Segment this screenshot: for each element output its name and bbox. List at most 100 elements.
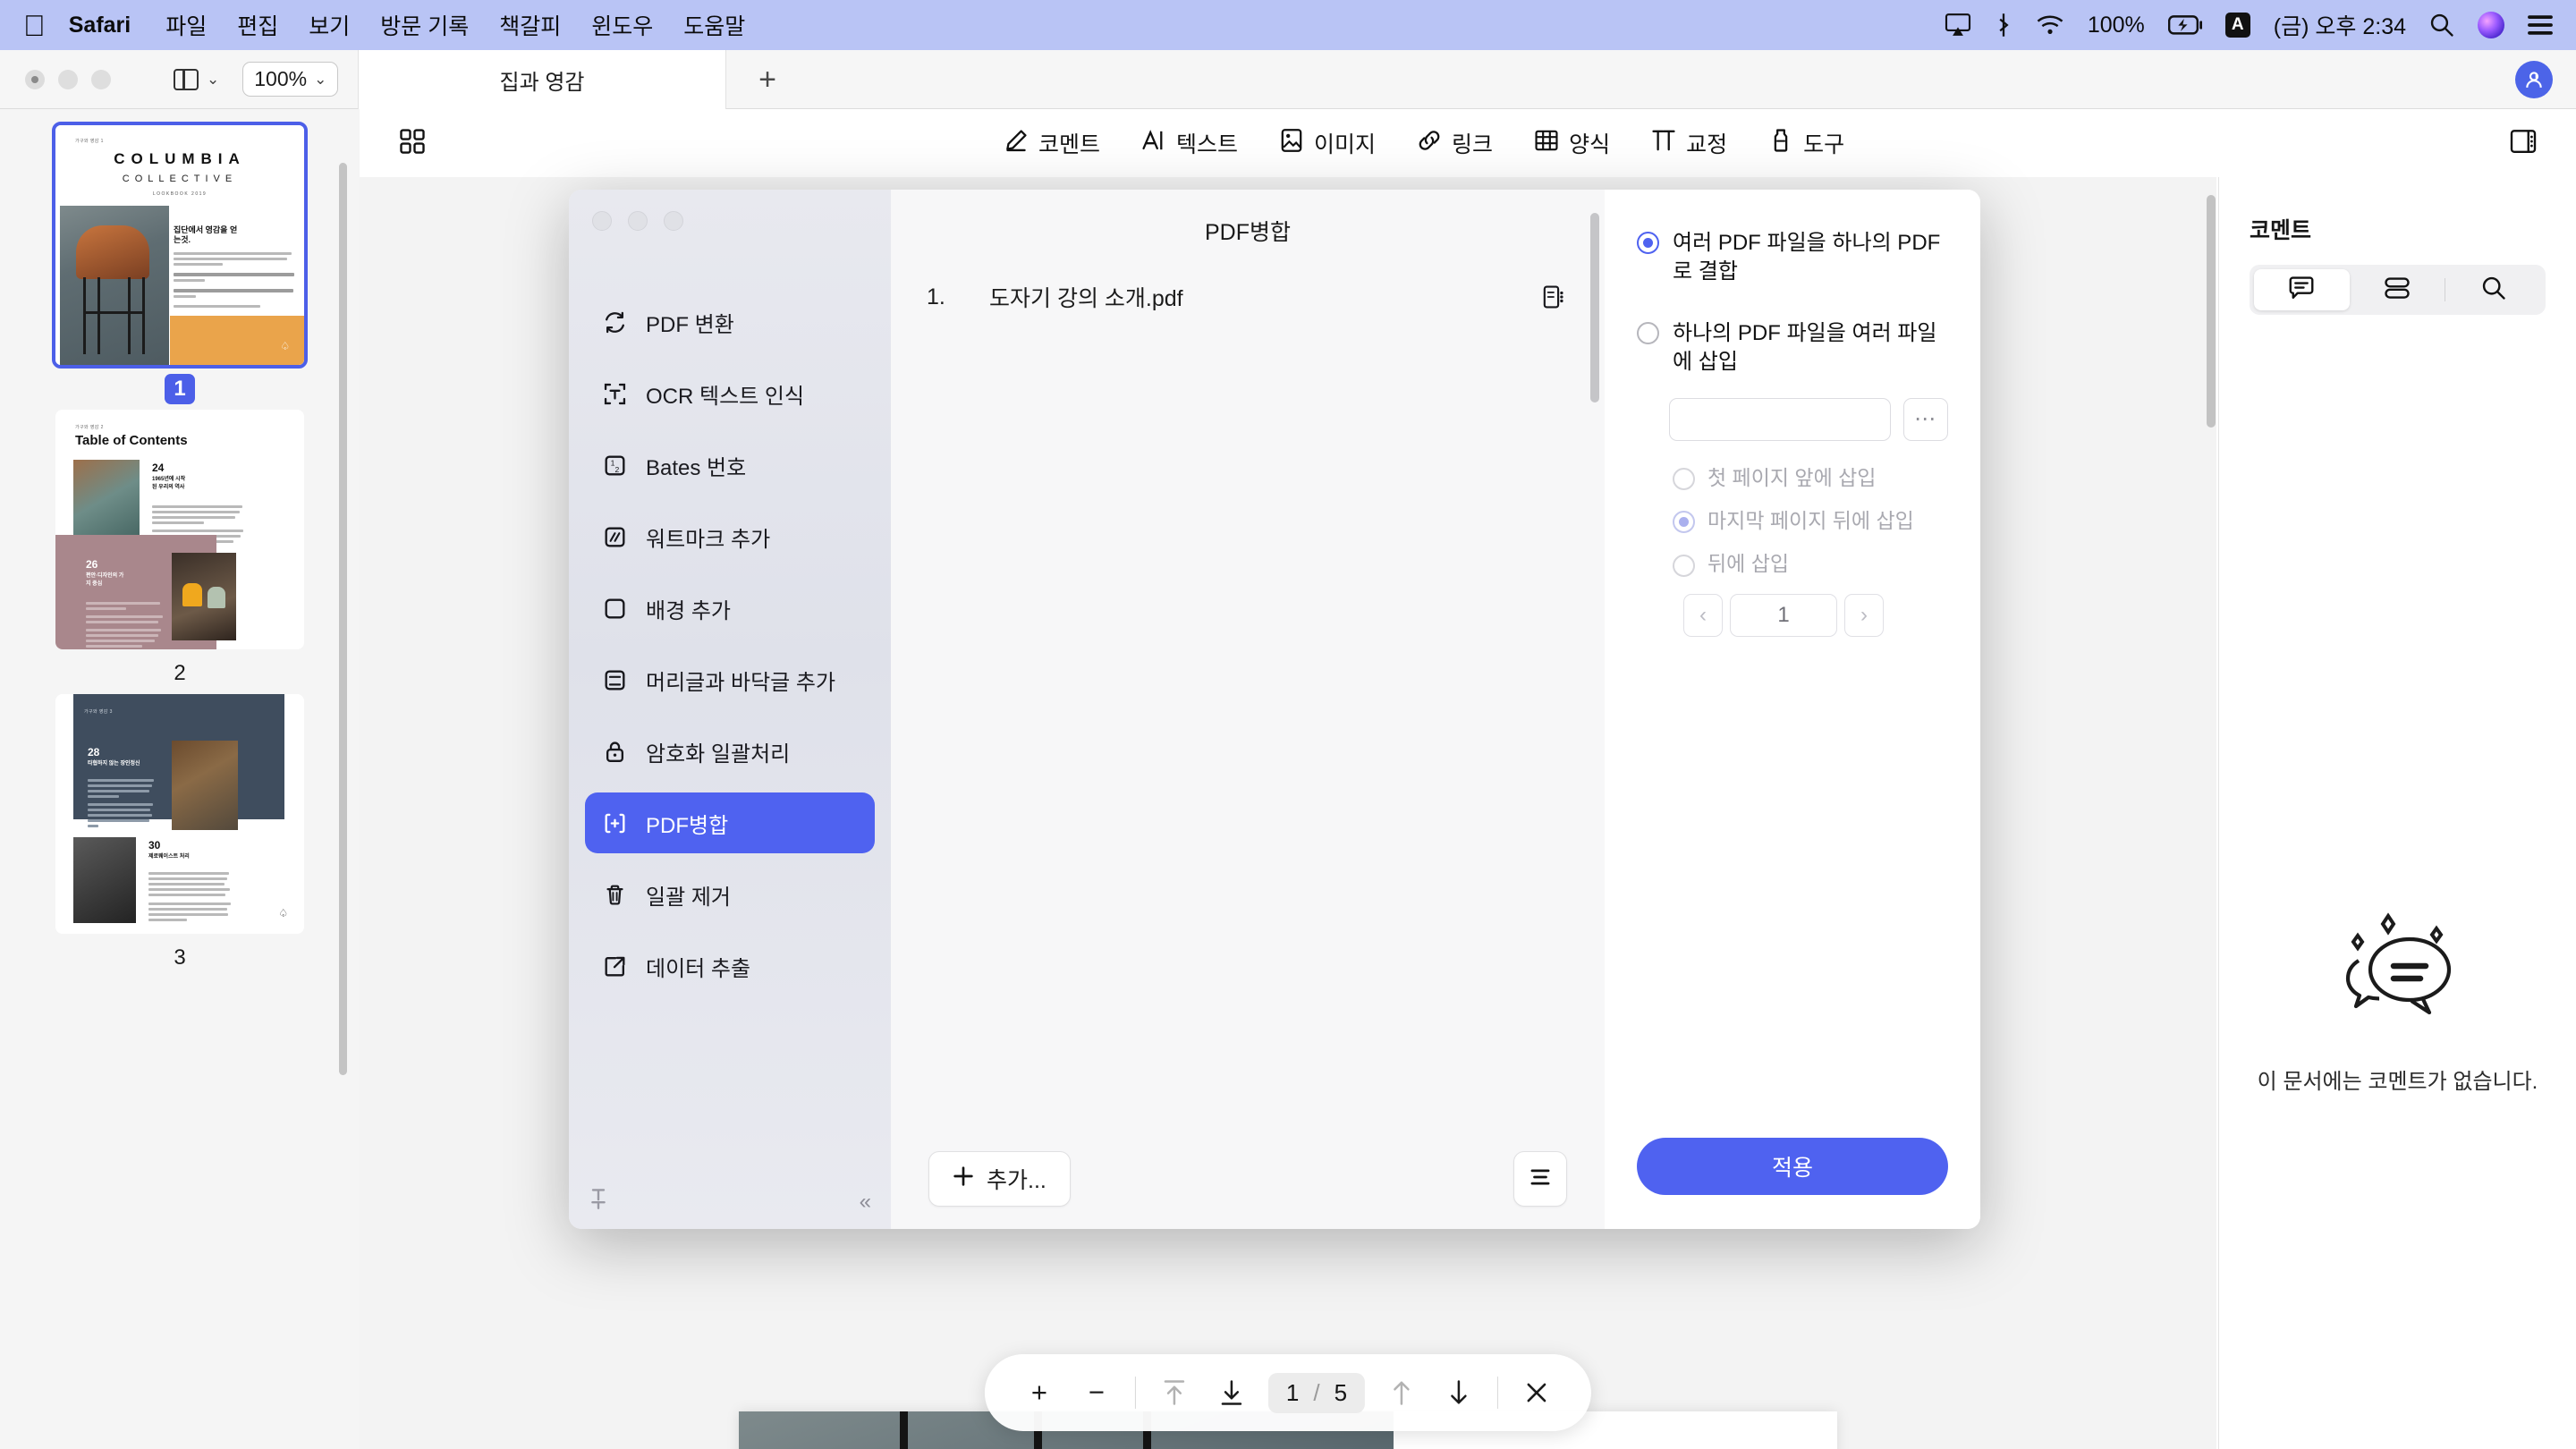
search-icon[interactable] xyxy=(2429,13,2454,38)
stepper-value[interactable]: 1 xyxy=(1730,593,1837,637)
tool-form[interactable]: 양식 xyxy=(1534,127,1610,159)
menu-item-window[interactable]: 윈도우 xyxy=(576,9,668,41)
close-window-button[interactable] xyxy=(25,69,45,89)
browser-tab[interactable]: 집과 영감 xyxy=(358,50,726,109)
sidebar-item-encrypt[interactable]: 암호화 일괄처리 xyxy=(585,721,875,782)
page-range-icon[interactable] xyxy=(1538,284,1569,309)
merge-option-label: 여러 PDF 파일을 하나의 PDF 로 결합 xyxy=(1673,231,1941,284)
sidebar-item-watermark[interactable]: 워트마크 추가 xyxy=(585,506,875,567)
sidebar-icon xyxy=(174,68,199,90)
zoom-out-button[interactable]: − xyxy=(1069,1365,1124,1420)
insert-before-first-radio[interactable] xyxy=(1673,467,1695,490)
pin-icon[interactable] xyxy=(589,1188,608,1215)
insert-option-row[interactable]: 하나의 PDF 파일을 여러 파일에 삽입 xyxy=(1637,319,1948,376)
proofread-icon xyxy=(1651,128,1676,159)
close-icon[interactable] xyxy=(1509,1365,1564,1420)
sidebar-item-batch-remove[interactable]: 일괄 제거 xyxy=(585,864,875,925)
apply-button[interactable]: 적용 xyxy=(1637,1138,1948,1195)
thumbnail-page-3[interactable]: 가구와 영감 3 28 타협하지 않는 장인정신 30 제로웨이스트 처리 ♤ … xyxy=(55,694,304,973)
siri-icon[interactable] xyxy=(2478,12,2504,38)
new-tab-button[interactable]: + xyxy=(726,50,809,109)
merge-option-row[interactable]: 여러 PDF 파일을 하나의 PDF 로 결합 xyxy=(1637,229,1948,285)
thumbnail-image-1[interactable]: 가구와 영감 1 COLUMBIA COLLECTIVE LOOKBOOK 20… xyxy=(52,122,308,369)
dialog-close-button[interactable] xyxy=(592,211,612,231)
list-options-button[interactable] xyxy=(1513,1151,1567,1207)
collapse-left-icon[interactable]: « xyxy=(860,1190,871,1215)
airplay-icon[interactable] xyxy=(1945,13,1971,37)
insert-option-radio[interactable] xyxy=(1637,322,1659,345)
link-icon xyxy=(1417,128,1442,159)
sidebar-item-background[interactable]: 배경 추가 xyxy=(585,578,875,639)
tool-image[interactable]: 이미지 xyxy=(1279,127,1376,159)
insert-before-first-row[interactable]: 첫 페이지 앞에 삽입 xyxy=(1673,464,1948,491)
right-panel-toggle-icon[interactable] xyxy=(2510,129,2537,158)
tool-proofread[interactable]: 교정 xyxy=(1651,127,1727,159)
menu-item-edit[interactable]: 편집 xyxy=(222,9,293,41)
menu-item-history[interactable]: 방문 기록 xyxy=(365,9,484,41)
thumbnail-page-2[interactable]: 가구와 영감 2 Table of Contents 24 1965년에 시작 … xyxy=(55,410,304,689)
menu-item-view[interactable]: 보기 xyxy=(293,9,365,41)
arrow-down-icon[interactable] xyxy=(1431,1365,1487,1420)
sidebar-item-extract-data[interactable]: 데이터 추출 xyxy=(585,936,875,996)
grid-view-icon[interactable] xyxy=(399,128,426,159)
thumbnail-image-3[interactable]: 가구와 영감 3 28 타협하지 않는 장인정신 30 제로웨이스트 처리 ♤ xyxy=(55,694,304,934)
maximize-window-button[interactable] xyxy=(91,69,111,89)
add-file-button[interactable]: 추가... xyxy=(928,1151,1071,1207)
insert-after-page-row[interactable]: 뒤에 삽입 xyxy=(1673,550,1948,577)
sidebar-item-label: 암호화 일괄처리 xyxy=(646,741,791,767)
minimize-window-button[interactable] xyxy=(58,69,78,89)
profile-avatar-icon[interactable] xyxy=(2515,61,2553,98)
menu-item-safari[interactable]: Safari xyxy=(69,13,150,38)
document-scrollbar[interactable] xyxy=(2207,195,2216,428)
comments-list-tab[interactable] xyxy=(2254,269,2350,310)
insert-after-page-radio[interactable] xyxy=(1673,554,1695,577)
menu-item-help[interactable]: 도움말 xyxy=(668,9,760,41)
comments-grouped-tab[interactable] xyxy=(2350,269,2445,310)
jump-to-top-icon[interactable] xyxy=(1147,1365,1202,1420)
bluetooth-icon[interactable] xyxy=(1995,13,2012,38)
menu-item-file[interactable]: 파일 xyxy=(150,9,222,41)
zoom-in-button[interactable]: + xyxy=(1012,1365,1067,1420)
safari-sidebar-button[interactable]: ⌄ xyxy=(174,68,219,90)
page-thumbnail-pane[interactable]: 가구와 영감 1 COLUMBIA COLLECTIVE LOOKBOOK 20… xyxy=(0,109,360,1449)
dialog-maximize-button[interactable] xyxy=(664,211,683,231)
current-page-value[interactable]: 1 xyxy=(1286,1379,1299,1407)
watermark-icon xyxy=(601,523,628,550)
insert-after-last-radio[interactable] xyxy=(1673,511,1695,534)
chevron-right-icon[interactable]: › xyxy=(1844,593,1884,637)
tool-link[interactable]: 링크 xyxy=(1417,127,1493,159)
tool-text[interactable]: 텍스트 xyxy=(1141,127,1238,159)
jump-to-bottom-icon[interactable] xyxy=(1204,1365,1259,1420)
thumbnail-image-2[interactable]: 가구와 영감 2 Table of Contents 24 1965년에 시작 … xyxy=(55,410,304,649)
tool-comment[interactable]: 코멘트 xyxy=(1004,127,1100,159)
safari-tab-strip: 집과 영감 + xyxy=(358,50,809,109)
zoom-level-selector[interactable]: 100% ⌄ xyxy=(242,62,339,97)
insert-after-last-row[interactable]: 마지막 페이지 뒤에 삽입 xyxy=(1673,507,1948,534)
file-list-row[interactable]: 1. 도자기 강의 소개.pdf xyxy=(927,272,1569,322)
control-center-icon[interactable] xyxy=(2528,14,2553,36)
tool-tools[interactable]: 도구 xyxy=(1768,127,1844,159)
input-source-badge[interactable]: A xyxy=(2224,13,2250,38)
file-list-scrollbar[interactable] xyxy=(1590,213,1599,402)
wifi-icon[interactable] xyxy=(2036,14,2064,36)
dialog-minimize-button[interactable] xyxy=(628,211,648,231)
thumbnail-page-1[interactable]: 가구와 영감 1 COLUMBIA COLLECTIVE LOOKBOOK 20… xyxy=(52,122,308,404)
page-indicator[interactable]: 1 / 5 xyxy=(1267,1372,1366,1413)
menu-item-bookmarks[interactable]: 책갈피 xyxy=(484,9,576,41)
thumbnail-scrollbar[interactable] xyxy=(339,163,347,1075)
apple-icon[interactable]:  xyxy=(23,11,46,40)
menubar-clock[interactable]: (금) 오후 2:34 xyxy=(2274,9,2406,41)
sidebar-item-ocr[interactable]: OCR 텍스트 인식 xyxy=(585,363,875,424)
battery-charging-icon[interactable] xyxy=(2167,15,2202,35)
sidebar-item-bates-number[interactable]: 12 Bates 번호 xyxy=(585,435,875,496)
target-path-input[interactable] xyxy=(1669,397,1891,441)
comments-search-tab[interactable] xyxy=(2445,269,2541,310)
arrow-up-icon[interactable] xyxy=(1374,1365,1429,1420)
sidebar-item-header-footer[interactable]: 머리글과 바닥글 추가 xyxy=(585,649,875,710)
merge-option-radio[interactable] xyxy=(1637,232,1659,254)
ellipsis-icon[interactable]: ⋯ xyxy=(1903,397,1948,441)
sidebar-item-pdf-convert[interactable]: PDF 변환 xyxy=(585,292,875,352)
total-pages-value: 5 xyxy=(1334,1378,1348,1406)
chevron-left-icon[interactable]: ‹ xyxy=(1683,593,1723,637)
sidebar-item-pdf-merge[interactable]: PDF병합 xyxy=(585,792,875,853)
